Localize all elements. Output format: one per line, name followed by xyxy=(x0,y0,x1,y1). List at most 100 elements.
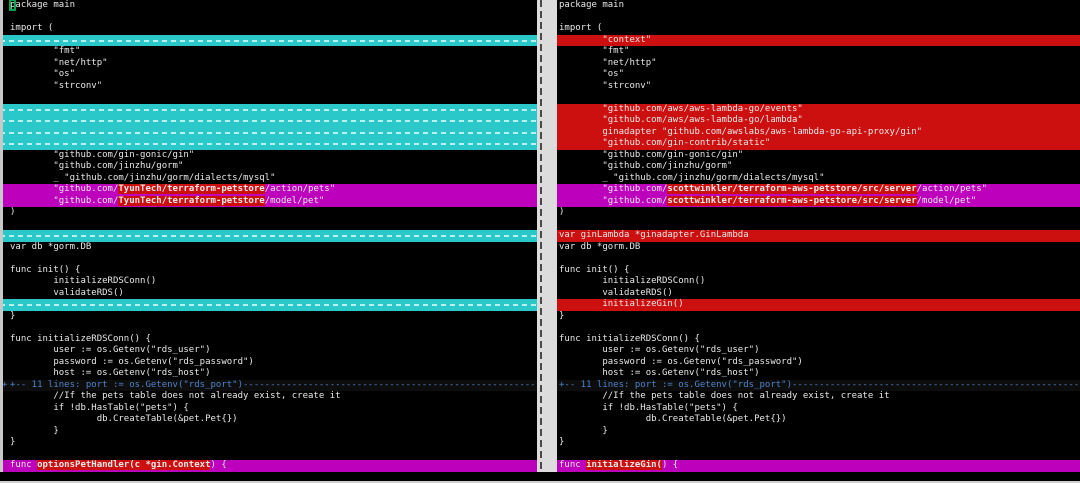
code-line[interactable]: "strconv" xyxy=(0,81,537,93)
code-text: ackage main xyxy=(15,0,76,10)
code-line[interactable]: initializeRDSConn() xyxy=(557,276,1080,288)
code-line[interactable]: func init() { xyxy=(0,265,537,277)
code-line[interactable]: host := os.Getenv("rds_host") xyxy=(0,368,537,380)
diff-filler-line xyxy=(0,299,537,311)
code-line[interactable]: } xyxy=(0,311,537,323)
diff-changed-line[interactable]: "github.com/TyunTech/terraform-petstore/… xyxy=(0,184,537,196)
code-line[interactable]: if !db.HasTable("pets") { xyxy=(0,403,537,415)
code-line[interactable]: if !db.HasTable("pets") { xyxy=(557,403,1080,415)
code-line[interactable]: package main xyxy=(0,0,537,12)
diff-changed-line[interactable]: func optionsPetHandler(c *gin.Context) { xyxy=(0,460,537,472)
code-line[interactable]: } xyxy=(557,311,1080,323)
code-line[interactable]: func initializeRDSConn() { xyxy=(0,334,537,346)
vertical-split-separator[interactable] xyxy=(537,0,557,472)
code-line[interactable]: var db *gorm.DB xyxy=(0,242,537,254)
fold-plus-icon[interactable]: + xyxy=(2,380,7,392)
code-line[interactable] xyxy=(0,219,537,231)
code-line[interactable]: user := os.Getenv("rds_user") xyxy=(0,345,537,357)
code-line[interactable]: "strconv" xyxy=(557,81,1080,93)
code-line[interactable]: host := os.Getenv("rds_host") xyxy=(557,368,1080,380)
code-line[interactable]: "github.com/jinzhu/gorm" xyxy=(557,161,1080,173)
code-line[interactable]: } xyxy=(557,426,1080,438)
diff-added-line[interactable]: ginadapter "github.com/awslabs/aws-lambd… xyxy=(557,126,1080,138)
code-line[interactable]: "net/http" xyxy=(0,58,537,70)
diff-added-line[interactable]: var ginLambda *ginadapter.GinLambda xyxy=(557,230,1080,242)
code-line[interactable]: } xyxy=(0,437,537,449)
code-line[interactable]: } xyxy=(557,437,1080,449)
code-line[interactable]: initializeRDSConn() xyxy=(0,276,537,288)
code-line[interactable] xyxy=(0,449,537,461)
code-line[interactable]: ) xyxy=(0,207,537,219)
code-line[interactable]: import ( xyxy=(557,23,1080,35)
code-line[interactable] xyxy=(557,219,1080,231)
code-text: "github.com/aws/aws-lambda-go/lambda" xyxy=(559,115,803,125)
code-line[interactable]: "github.com/gin-gonic/gin" xyxy=(557,150,1080,162)
diff-added-line[interactable]: "github.com/aws/aws-lambda-go/events" xyxy=(557,103,1080,115)
code-line[interactable] xyxy=(557,92,1080,104)
code-line[interactable]: "fmt" xyxy=(0,46,537,58)
code-line[interactable]: user := os.Getenv("rds_user") xyxy=(557,345,1080,357)
code-line[interactable]: _ "github.com/jinzhu/gorm/dialects/mysql… xyxy=(0,173,537,185)
diff-text-highlight: scottwinkler/terraform-aws-petstore/src/… xyxy=(667,184,917,194)
code-line[interactable]: password := os.Getenv("rds_password") xyxy=(0,357,537,369)
code-line[interactable] xyxy=(557,12,1080,24)
code-text: _ "github.com/jinzhu/gorm/dialects/mysql… xyxy=(10,172,276,183)
code-text: } xyxy=(559,310,565,321)
code-text: initializeGin() xyxy=(559,299,684,309)
code-line[interactable]: import ( xyxy=(0,23,537,35)
code-text: } xyxy=(10,437,16,447)
code-line[interactable]: "os" xyxy=(557,69,1080,81)
code-line[interactable]: package main xyxy=(557,0,1080,12)
code-text: user := os.Getenv("rds_user") xyxy=(10,345,211,355)
code-line[interactable]: db.CreateTable(&pet.Pet{}) xyxy=(0,414,537,426)
diff-filler-line xyxy=(0,103,537,115)
code-text: func xyxy=(559,460,587,470)
code-line[interactable]: "github.com/gin-gonic/gin" xyxy=(0,150,537,162)
diff-changed-line[interactable]: "github.com/TyunTech/terraform-petstore/… xyxy=(0,195,537,207)
code-line[interactable]: db.CreateTable(&pet.Pet{}) xyxy=(557,414,1080,426)
diff-added-line[interactable]: initializeGin() xyxy=(557,299,1080,311)
code-line[interactable] xyxy=(0,92,537,104)
diff-added-line[interactable]: "context" xyxy=(557,34,1080,46)
code-line[interactable]: func init() { xyxy=(557,265,1080,277)
code-line[interactable] xyxy=(557,253,1080,265)
code-line[interactable] xyxy=(0,253,537,265)
diff-changed-line[interactable]: "github.com/scottwinkler/terraform-aws-p… xyxy=(557,195,1080,207)
code-text: func init() { xyxy=(559,264,630,275)
diff-filler-line xyxy=(0,34,537,46)
diff-changed-line[interactable]: "github.com/scottwinkler/terraform-aws-p… xyxy=(557,184,1080,196)
fold-line[interactable]: ++-- 11 lines: port := os.Getenv("rds_po… xyxy=(0,379,537,392)
code-line[interactable] xyxy=(0,322,537,334)
code-text: func initializeRDSConn() { xyxy=(10,333,151,344)
diff-pane-left[interactable]: package main import ( "fmt" "net/http" "o… xyxy=(0,0,537,472)
code-line[interactable]: func initializeRDSConn() { xyxy=(557,334,1080,346)
diff-changed-line[interactable]: func initializeGin() { xyxy=(557,460,1080,472)
code-line[interactable]: var db *gorm.DB xyxy=(557,242,1080,254)
code-text: "github.com/ xyxy=(10,195,119,206)
code-line[interactable]: validateRDS() xyxy=(0,288,537,300)
code-line[interactable]: } xyxy=(0,426,537,438)
diff-pane-right[interactable]: package main import ( "context" "fmt" "ne… xyxy=(557,0,1080,472)
code-line[interactable]: ) xyxy=(557,207,1080,219)
diff-added-line[interactable]: "github.com/aws/aws-lambda-go/lambda" xyxy=(557,115,1080,127)
code-line[interactable]: "os" xyxy=(0,69,537,81)
code-line[interactable] xyxy=(557,449,1080,461)
code-line[interactable]: "github.com/jinzhu/gorm" xyxy=(0,161,537,173)
code-line[interactable]: password := os.Getenv("rds_password") xyxy=(557,357,1080,369)
code-line[interactable]: validateRDS() xyxy=(557,288,1080,300)
code-text: initializeRDSConn() xyxy=(10,276,157,286)
code-line[interactable]: _ "github.com/jinzhu/gorm/dialects/mysql… xyxy=(557,173,1080,185)
code-text: "fmt" xyxy=(10,46,81,56)
code-text: var db *gorm.DB xyxy=(559,241,641,252)
code-line[interactable] xyxy=(557,322,1080,334)
diff-added-line[interactable]: "github.com/gin-contrib/static" xyxy=(557,138,1080,150)
code-line[interactable] xyxy=(0,12,537,24)
code-line[interactable]: "fmt" xyxy=(557,46,1080,58)
code-line[interactable]: "net/http" xyxy=(557,58,1080,70)
code-line[interactable]: //If the pets table does not already exi… xyxy=(0,391,537,403)
code-text: /model/pet" xyxy=(916,195,977,206)
fold-line[interactable]: ++-- 11 lines: port := os.Getenv("rds_po… xyxy=(557,379,1080,391)
code-text: ) xyxy=(10,207,16,217)
code-line[interactable]: //If the pets table does not already exi… xyxy=(557,391,1080,403)
code-text: "github.com/ xyxy=(559,184,668,194)
